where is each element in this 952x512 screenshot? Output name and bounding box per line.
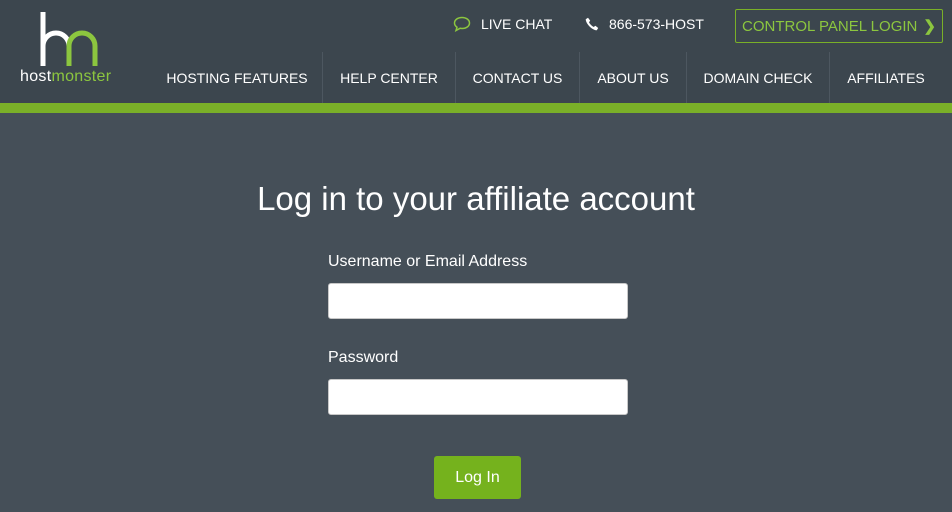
nav-item-domain-check[interactable]: DOMAIN CHECK [687, 52, 830, 103]
logo-text-host: host [20, 68, 52, 85]
phone-icon [585, 17, 599, 31]
control-panel-login-label: CONTROL PANEL LOGIN [742, 17, 918, 35]
hm-logo-mark-icon [40, 12, 98, 66]
nav-item-hosting-features[interactable]: HOSTING FEATURES [152, 52, 323, 103]
site-header: hostmonster LIVE CHAT 866-573-HOST CONTR… [0, 0, 952, 103]
nav-item-affiliates[interactable]: AFFILIATES [830, 52, 942, 103]
phone-link[interactable]: 866-573-HOST [585, 14, 704, 34]
nav-item-help-center[interactable]: HELP CENTER [323, 52, 456, 103]
password-input[interactable] [328, 379, 628, 415]
page-title: Log in to your affiliate account [257, 180, 695, 217]
username-label: Username or Email Address [328, 253, 528, 270]
hostmonster-logo[interactable]: hostmonster [20, 8, 120, 88]
main-nav: HOSTING FEATURES HELP CENTER CONTACT US … [152, 52, 942, 103]
logo-text-monster: monster [51, 68, 112, 85]
chevron-right-icon: ❯ [923, 18, 936, 35]
logo-wordmark: hostmonster [20, 68, 111, 86]
live-chat-link[interactable]: LIVE CHAT [453, 14, 552, 34]
control-panel-login-button[interactable]: CONTROL PANEL LOGIN ❯ [735, 9, 943, 43]
nav-item-about-us[interactable]: ABOUT US [580, 52, 687, 103]
phone-label: 866-573-HOST [609, 16, 704, 32]
chat-bubble-icon [453, 16, 471, 32]
header-accent-bar [0, 103, 952, 113]
username-input[interactable] [328, 283, 628, 319]
password-label: Password [328, 349, 399, 366]
nav-item-contact-us[interactable]: CONTACT US [456, 52, 580, 103]
login-button[interactable]: Log In [434, 456, 521, 499]
live-chat-label: LIVE CHAT [481, 16, 553, 32]
